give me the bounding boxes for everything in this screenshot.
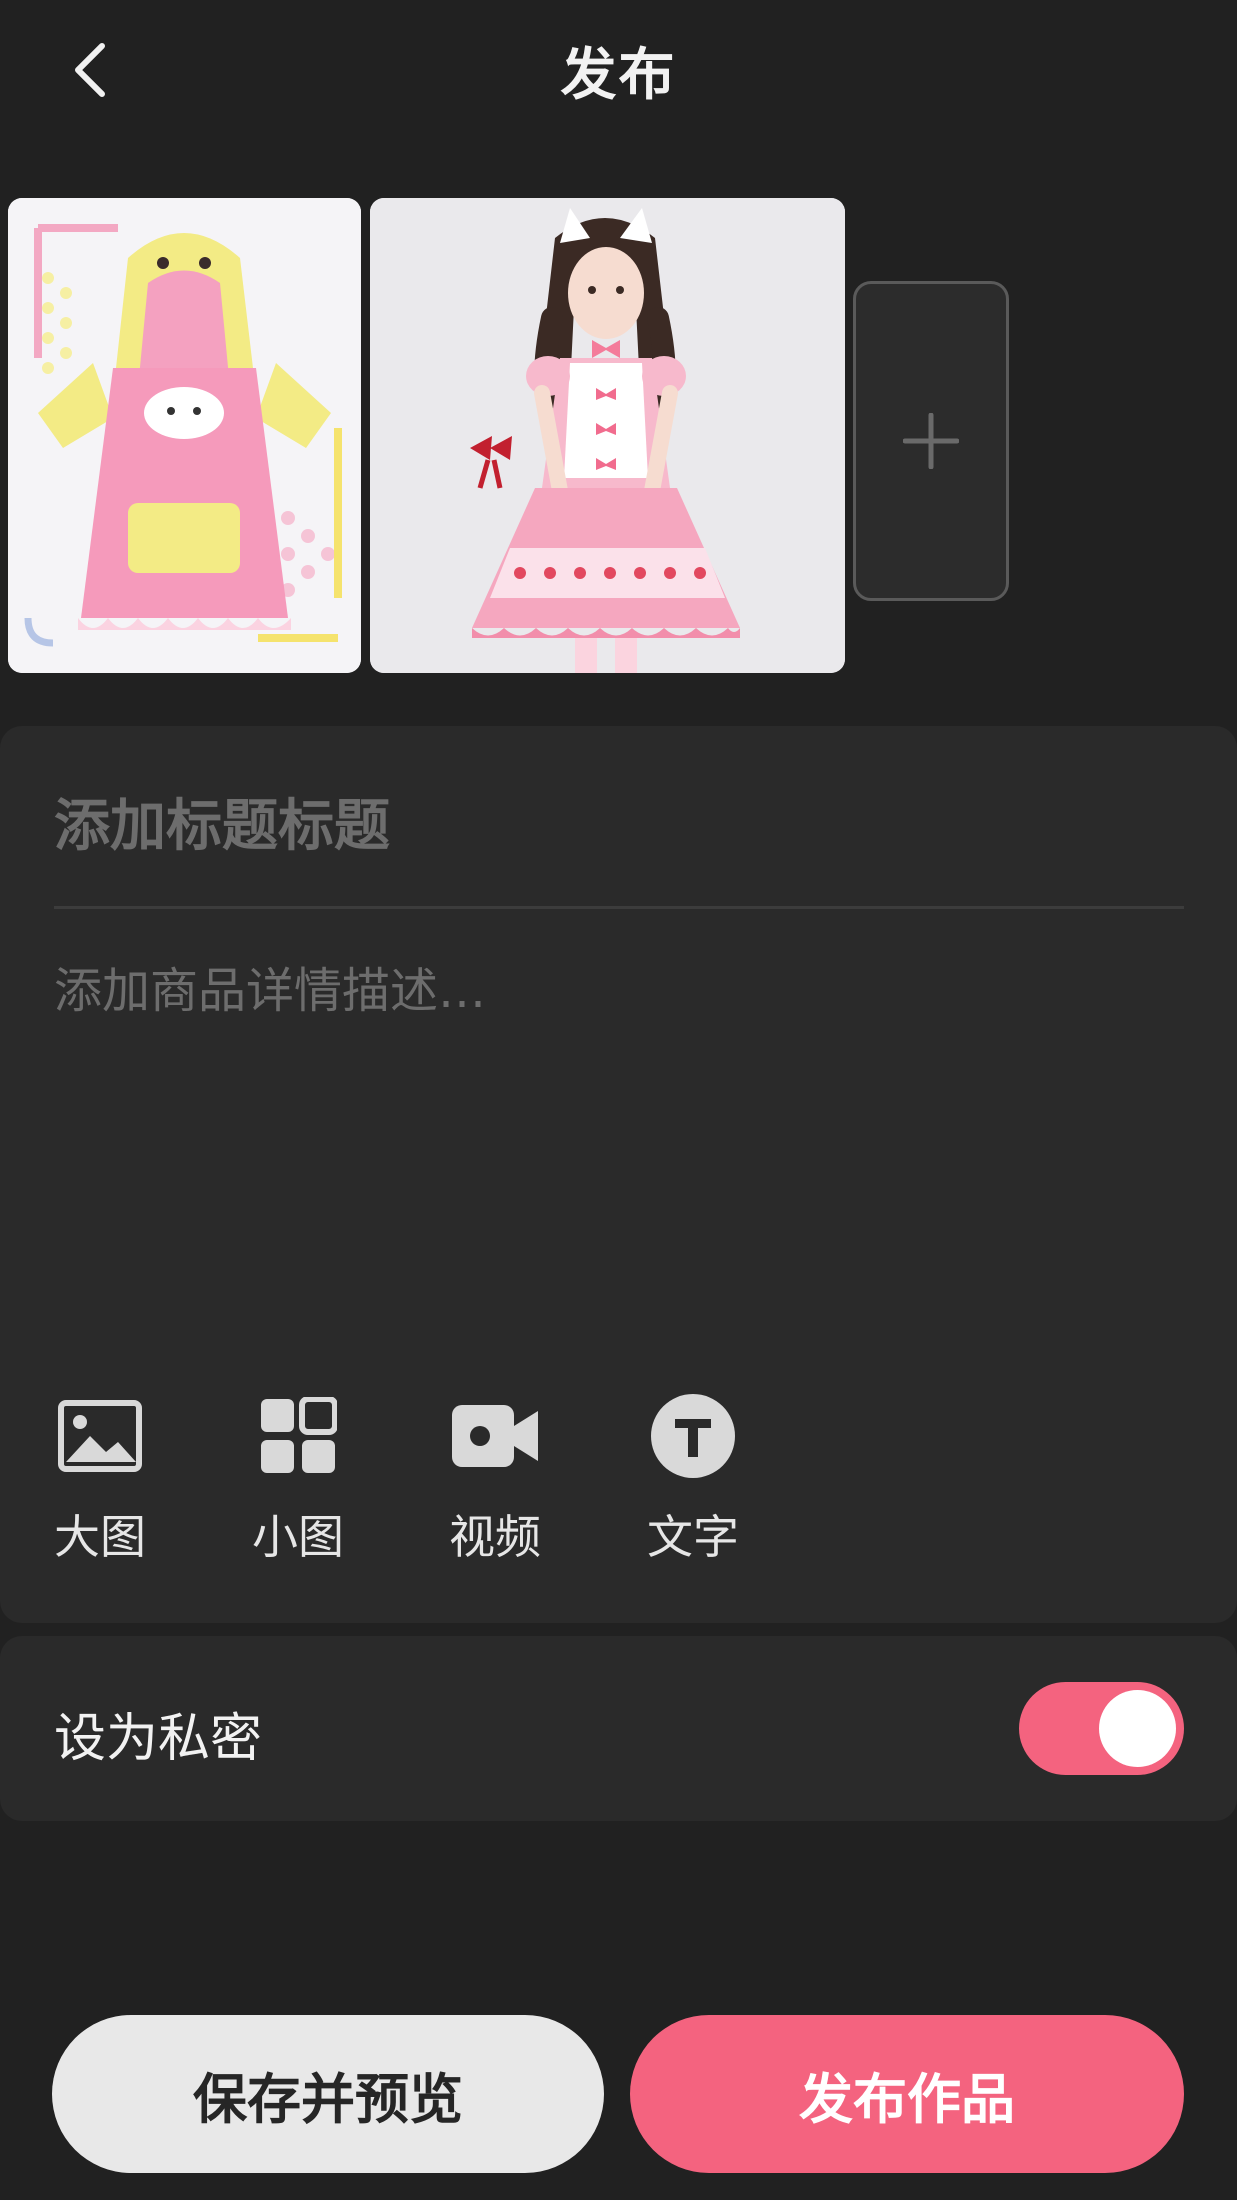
insert-toolbar: 大图 小图 视频 文字 xyxy=(0,1391,800,1564)
tool-small-image[interactable]: 小图 xyxy=(238,1391,358,1564)
tool-large-image[interactable]: 大图 xyxy=(40,1391,160,1564)
header-bar: 发布 xyxy=(0,0,1237,145)
hoodie-dress-image xyxy=(8,198,361,673)
save-and-preview-button[interactable]: 保存并预览 xyxy=(52,2015,604,2173)
publish-button[interactable]: 发布作品 xyxy=(630,2015,1184,2173)
privacy-label: 设为私密 xyxy=(54,1709,263,1769)
maid-dress-image xyxy=(370,198,845,673)
text-icon xyxy=(651,1394,735,1478)
media-thumbnail-hoodie-dress[interactable] xyxy=(8,198,361,673)
privacy-toggle[interactable] xyxy=(1019,1682,1184,1775)
image-icon xyxy=(58,1400,142,1472)
tool-video[interactable]: 视频 xyxy=(435,1391,555,1564)
editor-card: 大图 小图 xyxy=(0,726,1237,1623)
plus-icon xyxy=(903,413,959,469)
tool-large-image-label: 大图 xyxy=(54,1510,146,1564)
video-camera-icon xyxy=(452,1405,538,1467)
media-thumbnail-maid-dress[interactable] xyxy=(370,198,845,673)
privacy-setting-row: 设为私密 xyxy=(0,1636,1237,1821)
media-strip xyxy=(0,198,1237,673)
grid-icon xyxy=(261,1397,337,1473)
title-divider xyxy=(54,906,1184,909)
toggle-knob xyxy=(1099,1690,1176,1767)
tool-text[interactable]: 文字 xyxy=(633,1391,753,1564)
tool-text-label: 文字 xyxy=(647,1510,739,1564)
publish-page: 发布 添加标题标题 添加商品详情描述… 大图 小图 视频 文字 设为私密 保存并… xyxy=(0,0,1237,2200)
page-title: 发布 xyxy=(560,43,677,108)
title-input[interactable] xyxy=(54,786,1184,866)
description-input[interactable] xyxy=(54,951,1184,1281)
add-media-button[interactable] xyxy=(853,281,1009,601)
tool-small-image-label: 小图 xyxy=(252,1510,344,1564)
tool-video-label: 视频 xyxy=(449,1510,541,1564)
